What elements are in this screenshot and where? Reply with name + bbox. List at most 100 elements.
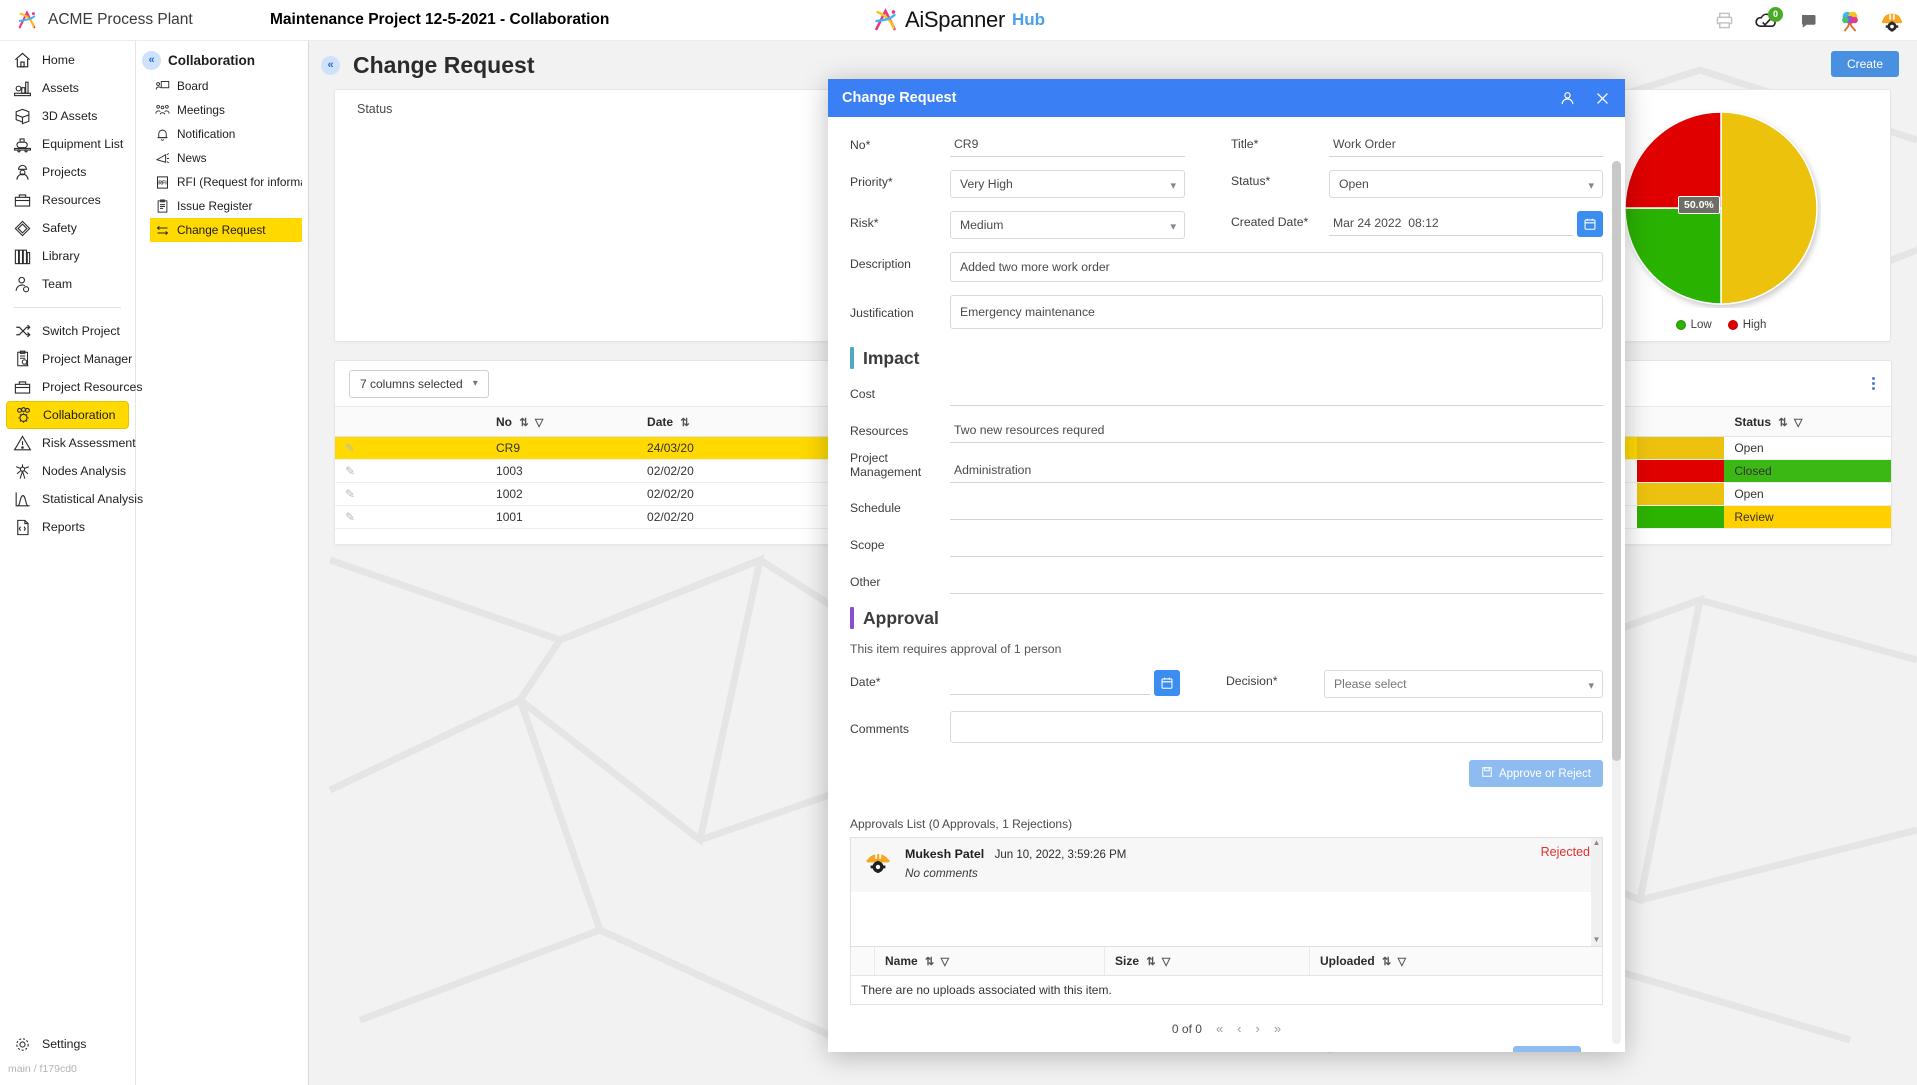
assign-user-icon[interactable] xyxy=(1559,90,1576,107)
sidebar-item-statistical-analysis[interactable]: Statistical Analysis xyxy=(6,485,129,513)
scroll-up-icon[interactable]: ▲ xyxy=(1591,838,1602,847)
legend-item-low[interactable]: Low xyxy=(1676,319,1712,331)
hardhat-gear-icon[interactable] xyxy=(1877,6,1907,36)
sidebar-item-team[interactable]: Team xyxy=(6,270,129,298)
modal-scroll-thumb[interactable] xyxy=(1612,161,1621,761)
priority-select[interactable] xyxy=(950,170,1185,198)
secondary-panel-header: « Collaboration xyxy=(136,46,308,74)
sidebar-item-project-resources[interactable]: Project Resources xyxy=(6,373,129,401)
row-edit-cell[interactable]: ✎ xyxy=(335,437,486,460)
resources-label: Resources xyxy=(850,419,950,439)
row-edit-cell[interactable]: ✎ xyxy=(335,483,486,506)
sidebar-item-nodes-analysis[interactable]: Nodes Analysis xyxy=(6,457,129,485)
sidebar-item-change-request[interactable]: Change Request xyxy=(150,218,302,242)
table-menu-icon[interactable] xyxy=(1872,375,1875,392)
next-page-icon[interactable]: › xyxy=(1256,1021,1260,1036)
comments-input[interactable] xyxy=(950,711,1603,743)
title-input[interactable] xyxy=(1329,133,1603,157)
pencil-icon[interactable]: ✎ xyxy=(345,441,355,455)
sidebar-item-3d-assets[interactable]: 3D Assets xyxy=(6,102,129,130)
modal-scrollbar[interactable] xyxy=(1612,161,1621,1044)
sidebar-item-issue-register[interactable]: Issue Register xyxy=(150,194,302,218)
first-page-icon[interactable]: « xyxy=(1216,1021,1223,1036)
filter-icon[interactable]: ▽ xyxy=(535,417,543,429)
sort-icon[interactable]: ⇅ xyxy=(519,417,528,429)
sort-icon[interactable]: ⇅ xyxy=(1146,956,1155,968)
sidebar-item-safety[interactable]: Safety xyxy=(6,214,129,242)
columns-select[interactable]: 7 columns selected ▾ xyxy=(349,370,489,398)
sort-icon[interactable]: ⇅ xyxy=(925,956,934,968)
approval-date-input[interactable] xyxy=(950,671,1150,695)
close-icon[interactable] xyxy=(1594,90,1611,107)
row-edit-cell[interactable]: ✎ xyxy=(335,460,486,483)
uploads-header-name[interactable]: Name ⇅ ▽ xyxy=(875,947,1105,975)
description-input[interactable] xyxy=(950,252,1603,282)
collapse-panel-icon[interactable]: « xyxy=(142,51,161,70)
cost-input[interactable] xyxy=(950,382,1603,406)
uploads-header-size[interactable]: Size ⇅ ▽ xyxy=(1105,947,1310,975)
clipboard-icon xyxy=(154,198,171,215)
scope-input[interactable] xyxy=(950,533,1603,557)
sidebar-item-home[interactable]: Home xyxy=(6,46,129,74)
calendar-icon[interactable] xyxy=(1154,670,1180,696)
sidebar-item-equipment-list[interactable]: Equipment List xyxy=(6,130,129,158)
prev-page-icon[interactable]: ‹ xyxy=(1237,1021,1241,1036)
sidebar-item-rfi[interactable]: RFI RFI (Request for information) xyxy=(150,170,302,194)
sidebar-item-collaboration[interactable]: Collaboration xyxy=(6,401,129,429)
no-input[interactable] xyxy=(950,133,1185,157)
filter-icon[interactable]: ▽ xyxy=(1794,417,1802,429)
sort-icon[interactable]: ⇅ xyxy=(1382,956,1391,968)
chat-icon[interactable] xyxy=(1793,6,1823,36)
other-input[interactable] xyxy=(950,570,1603,594)
table-header-no[interactable]: No ⇅ ▽ xyxy=(486,407,637,437)
legend-item-high[interactable]: High xyxy=(1728,319,1767,331)
justification-input[interactable] xyxy=(950,295,1603,329)
approve-or-reject-button[interactable]: Approve or Reject xyxy=(1469,760,1603,787)
sidebar-item-resources[interactable]: Resources xyxy=(6,186,129,214)
sidebar-item-library[interactable]: Library xyxy=(6,242,129,270)
pencil-icon[interactable]: ✎ xyxy=(345,510,355,524)
sidebar-item-project-manager[interactable]: Project Manager xyxy=(6,345,129,373)
calendar-icon[interactable] xyxy=(1577,211,1603,237)
sidebar-item-board[interactable]: Board xyxy=(150,74,302,98)
sidebar-item-meetings[interactable]: Meetings xyxy=(150,98,302,122)
project-management-input[interactable] xyxy=(950,459,1603,483)
risk-select[interactable] xyxy=(950,211,1185,239)
resources-input[interactable] xyxy=(950,419,1603,443)
brain-tree-icon[interactable] xyxy=(1835,6,1865,36)
sidebar-item-reports[interactable]: Reports xyxy=(6,513,129,541)
table-header-status[interactable]: Status ⇅ ▽ xyxy=(1724,407,1891,437)
pencil-icon[interactable]: ✎ xyxy=(345,464,355,478)
uploads-header-uploaded[interactable]: Uploaded ⇅ ▽ xyxy=(1310,947,1602,975)
printer-icon[interactable] xyxy=(1709,6,1739,36)
upload-button[interactable]: Upload xyxy=(1513,1046,1581,1052)
sort-icon[interactable]: ⇅ xyxy=(680,417,689,429)
pager-count: 0 of 0 xyxy=(1172,1022,1202,1036)
filter-icon[interactable]: ▽ xyxy=(1162,956,1170,968)
project-management-label: Project Management xyxy=(850,447,950,479)
row-edit-cell[interactable]: ✎ xyxy=(335,506,486,529)
created-date-input[interactable] xyxy=(1329,212,1573,236)
filter-icon[interactable]: ▽ xyxy=(941,956,949,968)
status-select[interactable] xyxy=(1329,170,1603,198)
filter-icon[interactable]: ▽ xyxy=(1398,956,1406,968)
legend-dot-high xyxy=(1728,320,1738,330)
sidebar-item-switch-project[interactable]: Switch Project xyxy=(6,317,129,345)
sidebar-item-notification[interactable]: Notification xyxy=(150,122,302,146)
sidebar-item-settings[interactable]: Settings xyxy=(6,1030,129,1058)
last-page-icon[interactable]: » xyxy=(1274,1021,1281,1036)
collapse-content-icon[interactable]: « xyxy=(321,56,340,75)
sidebar-item-news[interactable]: News xyxy=(150,146,302,170)
decision-select[interactable] xyxy=(1324,670,1603,698)
sidebar-item-assets[interactable]: Assets xyxy=(6,74,129,102)
sidebar-item-projects[interactable]: Projects xyxy=(6,158,129,186)
pencil-icon[interactable]: ✎ xyxy=(345,487,355,501)
scroll-down-icon[interactable]: ▼ xyxy=(1591,935,1602,944)
sidebar-item-risk-assessment[interactable]: Risk Assessment xyxy=(6,429,129,457)
schedule-input[interactable] xyxy=(950,496,1603,520)
sort-icon[interactable]: ⇅ xyxy=(1778,417,1787,429)
table-header-date[interactable]: Date ⇅ xyxy=(637,407,741,437)
create-button[interactable]: Create xyxy=(1831,51,1899,77)
approvals-scrollbar[interactable]: ▲ ▼ xyxy=(1591,838,1602,946)
cloud-check-icon[interactable]: 0 xyxy=(1751,6,1781,36)
